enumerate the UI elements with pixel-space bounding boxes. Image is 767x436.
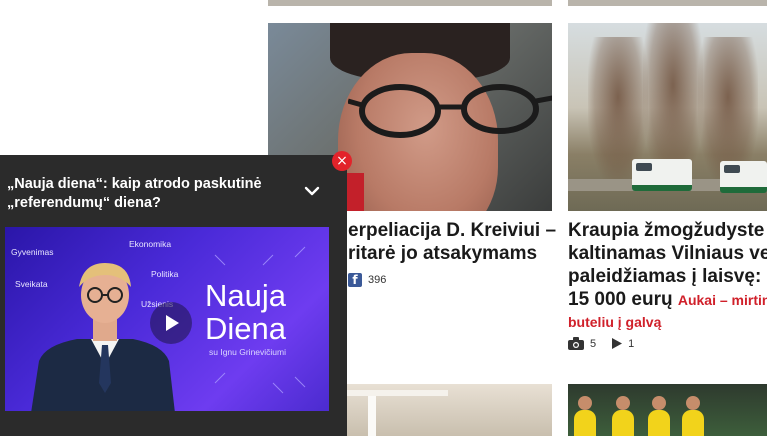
player-shape [574,410,596,436]
police-van-shape [632,159,692,191]
article-title-line: ritarė jo atsakymams [348,243,538,264]
video-title-line: „Nauja diena“: kaip atrodo paskutinė [7,176,262,192]
play-button[interactable] [150,302,192,344]
previous-row-image-edge [568,0,767,6]
police-van-shape [720,161,767,193]
article-title[interactable]: erpeliacija D. Kreiviui – ritarė jo atsa… [348,219,558,265]
camera-icon [568,337,584,350]
show-host: su Ignu Grinevičiumi [209,347,287,357]
article-meta: f 396 [348,273,386,287]
player-shape [682,410,704,436]
category-label: Ekonomika [129,239,172,249]
article-title[interactable]: Kraupia žmogžudyste kaltinamas Vilniaus … [568,219,767,332]
photo-count: 5 [590,337,597,350]
video-title-line: „referendumų“ diena? [7,195,161,211]
article-title-line: kaltinamas Vilniaus ver [568,243,767,264]
player-head-shape [652,396,666,410]
player-head-shape [578,396,592,410]
article-meta: 5 1 [568,337,634,350]
article-image[interactable] [568,384,767,436]
video-count: 1 [628,337,635,350]
article-title-line: 15 000 eurų Aukai – mirtina [568,288,767,312]
previous-row-image-edge [268,0,552,6]
glasses-shape [348,84,552,138]
sticky-video-widget: × „Nauja diena“: kaip atrodo paskutinė „… [0,151,352,436]
article-tag: buteliu į galvą [568,314,662,330]
player-head-shape [686,396,700,410]
article-title-line: paleidžiamas į laisvę: u [568,266,767,287]
van-window-shape [724,165,740,173]
chevron-down-icon[interactable] [302,182,322,200]
close-button[interactable]: × [332,151,352,171]
show-brand-line: Nauja [205,278,286,313]
article-title-line: erpeliacija D. Kreiviui – [348,220,557,241]
facebook-icon: f [348,273,362,287]
article-card[interactable]: Kraupia žmogžudyste kaltinamas Vilniaus … [568,23,767,353]
video-title[interactable]: „Nauja diena“: kaip atrodo paskutinė „re… [7,175,297,213]
show-brand: Nauja Diena [205,279,286,345]
article-title-line: Kraupia žmogžudyste [568,220,765,241]
show-brand-line: Diena [205,311,286,346]
player-shape [612,410,634,436]
player-shape [648,410,670,436]
play-icon [612,338,623,349]
article-title-segment: 15 000 eurų [568,289,673,310]
article-image[interactable] [568,23,767,211]
facebook-count: 396 [368,274,387,286]
player-head-shape [616,396,630,410]
video-player[interactable]: Gyvenimas Ekonomika Politika Sveikata Už… [5,227,329,411]
van-window-shape [636,163,652,171]
article-tag: Aukai – mirtina [677,292,767,308]
